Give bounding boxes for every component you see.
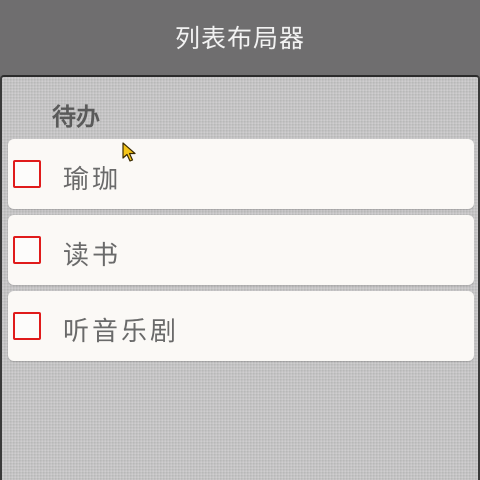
- mouse-pointer-icon: [122, 142, 136, 162]
- todo-item-reading[interactable]: 读书: [8, 215, 474, 285]
- todo-item-label: 瑜珈: [63, 165, 122, 195]
- title-bar: 列表布局器: [0, 0, 480, 76]
- app-window: 列表布局器 待办 瑜珈 读书 听音乐剧: [0, 0, 480, 480]
- todo-item-yoga[interactable]: 瑜珈: [8, 139, 474, 209]
- todo-item-label: 听音乐剧: [63, 317, 180, 347]
- todo-checkbox[interactable]: [13, 312, 41, 340]
- todo-list: 瑜珈 读书 听音乐剧: [8, 139, 474, 367]
- todo-item-label: 读书: [63, 241, 122, 271]
- todo-checkbox[interactable]: [13, 160, 41, 188]
- todo-checkbox[interactable]: [13, 236, 41, 264]
- section-title: 待办: [52, 102, 100, 131]
- list-panel: 待办 瑜珈 读书 听音乐剧: [0, 75, 480, 480]
- window-title: 列表布局器: [174, 24, 305, 53]
- todo-item-musical[interactable]: 听音乐剧: [8, 291, 474, 361]
